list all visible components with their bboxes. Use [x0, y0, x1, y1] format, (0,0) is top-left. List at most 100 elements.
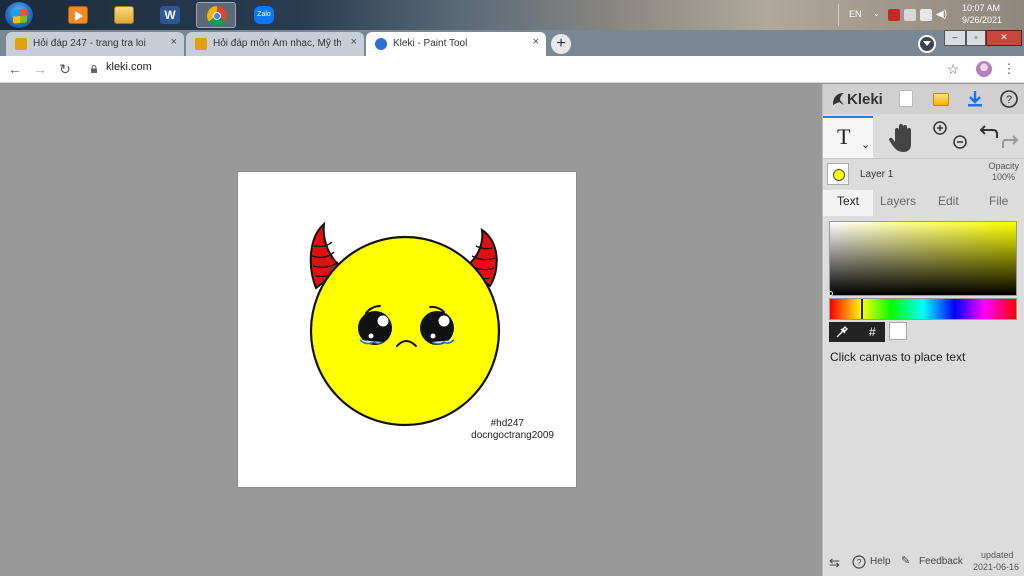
download-icon[interactable] [965, 89, 985, 109]
svg-text:?: ? [1006, 94, 1012, 106]
right-eye [420, 311, 455, 345]
opacity-label: Opacity [988, 161, 1019, 171]
word-button[interactable]: W [150, 2, 190, 28]
device-icon[interactable] [904, 9, 916, 21]
text-tool-hint: Click canvas to place text [830, 350, 966, 364]
media-player-button[interactable] [58, 2, 98, 28]
kleki-header: Kleki ? [823, 84, 1024, 114]
signature-line-1: #hd247 [490, 418, 524, 429]
bookmark-star-icon[interactable]: ☆ [944, 60, 962, 78]
secondary-color-swatch[interactable] [889, 322, 907, 340]
folder-icon [114, 6, 134, 24]
lock-icon[interactable] [90, 65, 98, 73]
tab-label: Kleki - Paint Tool [393, 38, 468, 49]
close-window-button[interactable]: ✕ [986, 30, 1022, 46]
kleki-side-panel: Kleki ? T ⌄ Layer 1 Opacity 100% Text La… [822, 84, 1024, 576]
maximize-button[interactable]: ▫ [966, 30, 986, 46]
eyedropper-icon[interactable] [835, 325, 849, 339]
tab-search-icon[interactable] [918, 35, 936, 53]
new-tab-button[interactable]: + [551, 34, 571, 54]
media-player-icon [68, 6, 88, 24]
minimize-button[interactable]: – [944, 30, 966, 46]
face-circle [309, 235, 501, 427]
clock-date[interactable]: 9/26/2021 [962, 15, 1002, 25]
panel-footer: ⇆ ? Help ✎ Feedback updated 2021-06-16 [823, 548, 1024, 576]
tab-label: Hỏi đáp 247 - trang tra loi [33, 38, 146, 49]
feedback-link[interactable]: Feedback [919, 556, 963, 567]
screen: W Zalo EN ⌄ ◀) 10:07 AM 9/26/2021 Hỏi đá… [0, 0, 1024, 576]
tab-text[interactable]: Text [837, 194, 859, 208]
tab-label: Hỏi đáp môn Âm nhạc, Mỹ thuật [213, 38, 341, 49]
windows-logo-icon [13, 8, 27, 24]
tab-hoidap-247[interactable]: Hỏi đáp 247 - trang tra loi × [6, 32, 184, 56]
network-icon[interactable] [920, 9, 932, 21]
tab-layers[interactable]: Layers [880, 194, 916, 208]
language-indicator[interactable]: EN [849, 9, 862, 19]
text-tool-icon: T [837, 124, 851, 149]
close-tab-icon[interactable]: × [533, 36, 539, 48]
layer-row[interactable]: Layer 1 Opacity 100% [823, 158, 1024, 190]
help-circle-icon[interactable]: ? [852, 555, 866, 569]
tab-hoidap-am-nhac[interactable]: Hỏi đáp môn Âm nhạc, Mỹ thuật × [186, 32, 364, 56]
kleki-favicon-icon [375, 38, 387, 50]
kleki-brand: Kleki [847, 91, 883, 108]
swap-panel-icon[interactable]: ⇆ [829, 555, 840, 571]
feedback-icon[interactable]: ✎ [901, 554, 910, 567]
kleki-logo-icon [833, 93, 844, 105]
open-folder-icon[interactable] [933, 93, 949, 106]
file-explorer-button[interactable] [104, 2, 144, 28]
color-tools: # [829, 322, 885, 342]
layer-thumb-face-icon [833, 169, 845, 181]
menu-kebab-icon[interactable]: ⋮ [1000, 60, 1018, 78]
chrome-icon [207, 6, 227, 26]
color-saturation-picker[interactable] [828, 221, 1017, 296]
antivirus-icon[interactable] [888, 9, 900, 21]
hue-slider-handle[interactable] [861, 299, 863, 319]
system-tray: EN ⌄ ◀) 10:07 AM 9/26/2021 [834, 0, 1024, 30]
zalo-button[interactable]: Zalo [244, 2, 284, 28]
kleki-workspace[interactable]: #hd247 docngoctrang2009 [0, 84, 822, 576]
profile-avatar[interactable] [976, 61, 992, 77]
panel-tabs: Text Layers Edit File [823, 190, 1024, 216]
start-button[interactable] [4, 1, 34, 29]
help-icon[interactable]: ? [999, 89, 1019, 109]
word-icon: W [160, 6, 180, 24]
opacity-value: 100% [991, 172, 1015, 182]
browser-tab-strip: Hỏi đáp 247 - trang tra loi × Hỏi đáp mô… [0, 30, 1024, 56]
back-arrow-icon[interactable]: ← [6, 60, 24, 78]
layer-name: Layer 1 [860, 169, 894, 180]
left-eye [358, 311, 392, 345]
zalo-icon: Zalo [254, 6, 274, 24]
svg-text:?: ? [856, 558, 861, 568]
hex-input-button[interactable]: # [869, 325, 876, 339]
address-bar-row: ← → ↻ kleki.com ☆ ⋮ [0, 56, 1024, 83]
drawing-canvas[interactable]: #hd247 docngoctrang2009 [238, 172, 576, 487]
new-image-icon[interactable] [899, 90, 913, 107]
undo-redo-icon[interactable] [975, 116, 1024, 158]
reload-icon[interactable]: ↻ [56, 60, 74, 78]
forward-arrow-icon[interactable]: → [31, 60, 49, 78]
tab-kleki[interactable]: Kleki - Paint Tool × [366, 32, 546, 56]
tool-dropdown-icon[interactable]: ⌄ [861, 138, 870, 151]
tab-file[interactable]: File [989, 194, 1008, 208]
hoidap-favicon-icon [195, 38, 207, 50]
updated-date: 2021-06-16 [973, 562, 1020, 572]
tray-expand-icon[interactable]: ⌄ [873, 9, 880, 18]
clock-time[interactable]: 10:07 AM [962, 3, 1000, 13]
chrome-button[interactable] [196, 2, 236, 28]
close-tab-icon[interactable]: × [351, 36, 357, 48]
hue-slider[interactable] [829, 298, 1017, 320]
canvas-signature: #hd247 docngoctrang2009 [471, 418, 554, 442]
volume-icon[interactable]: ◀) [936, 9, 948, 21]
hand-tool-icon[interactable] [879, 116, 929, 158]
windows-taskbar: W Zalo EN ⌄ ◀) 10:07 AM 9/26/2021 [0, 0, 1024, 30]
close-tab-icon[interactable]: × [171, 36, 177, 48]
layer-thumbnail[interactable] [827, 163, 849, 185]
tray-divider [838, 4, 839, 26]
tab-edit[interactable]: Edit [938, 194, 959, 208]
text-tool-button[interactable]: T ⌄ [823, 116, 873, 158]
help-link[interactable]: Help [870, 556, 891, 567]
color-picker-handle[interactable] [828, 291, 833, 296]
url-text[interactable]: kleki.com [106, 61, 152, 73]
zoom-in-out-icon[interactable] [927, 116, 977, 158]
